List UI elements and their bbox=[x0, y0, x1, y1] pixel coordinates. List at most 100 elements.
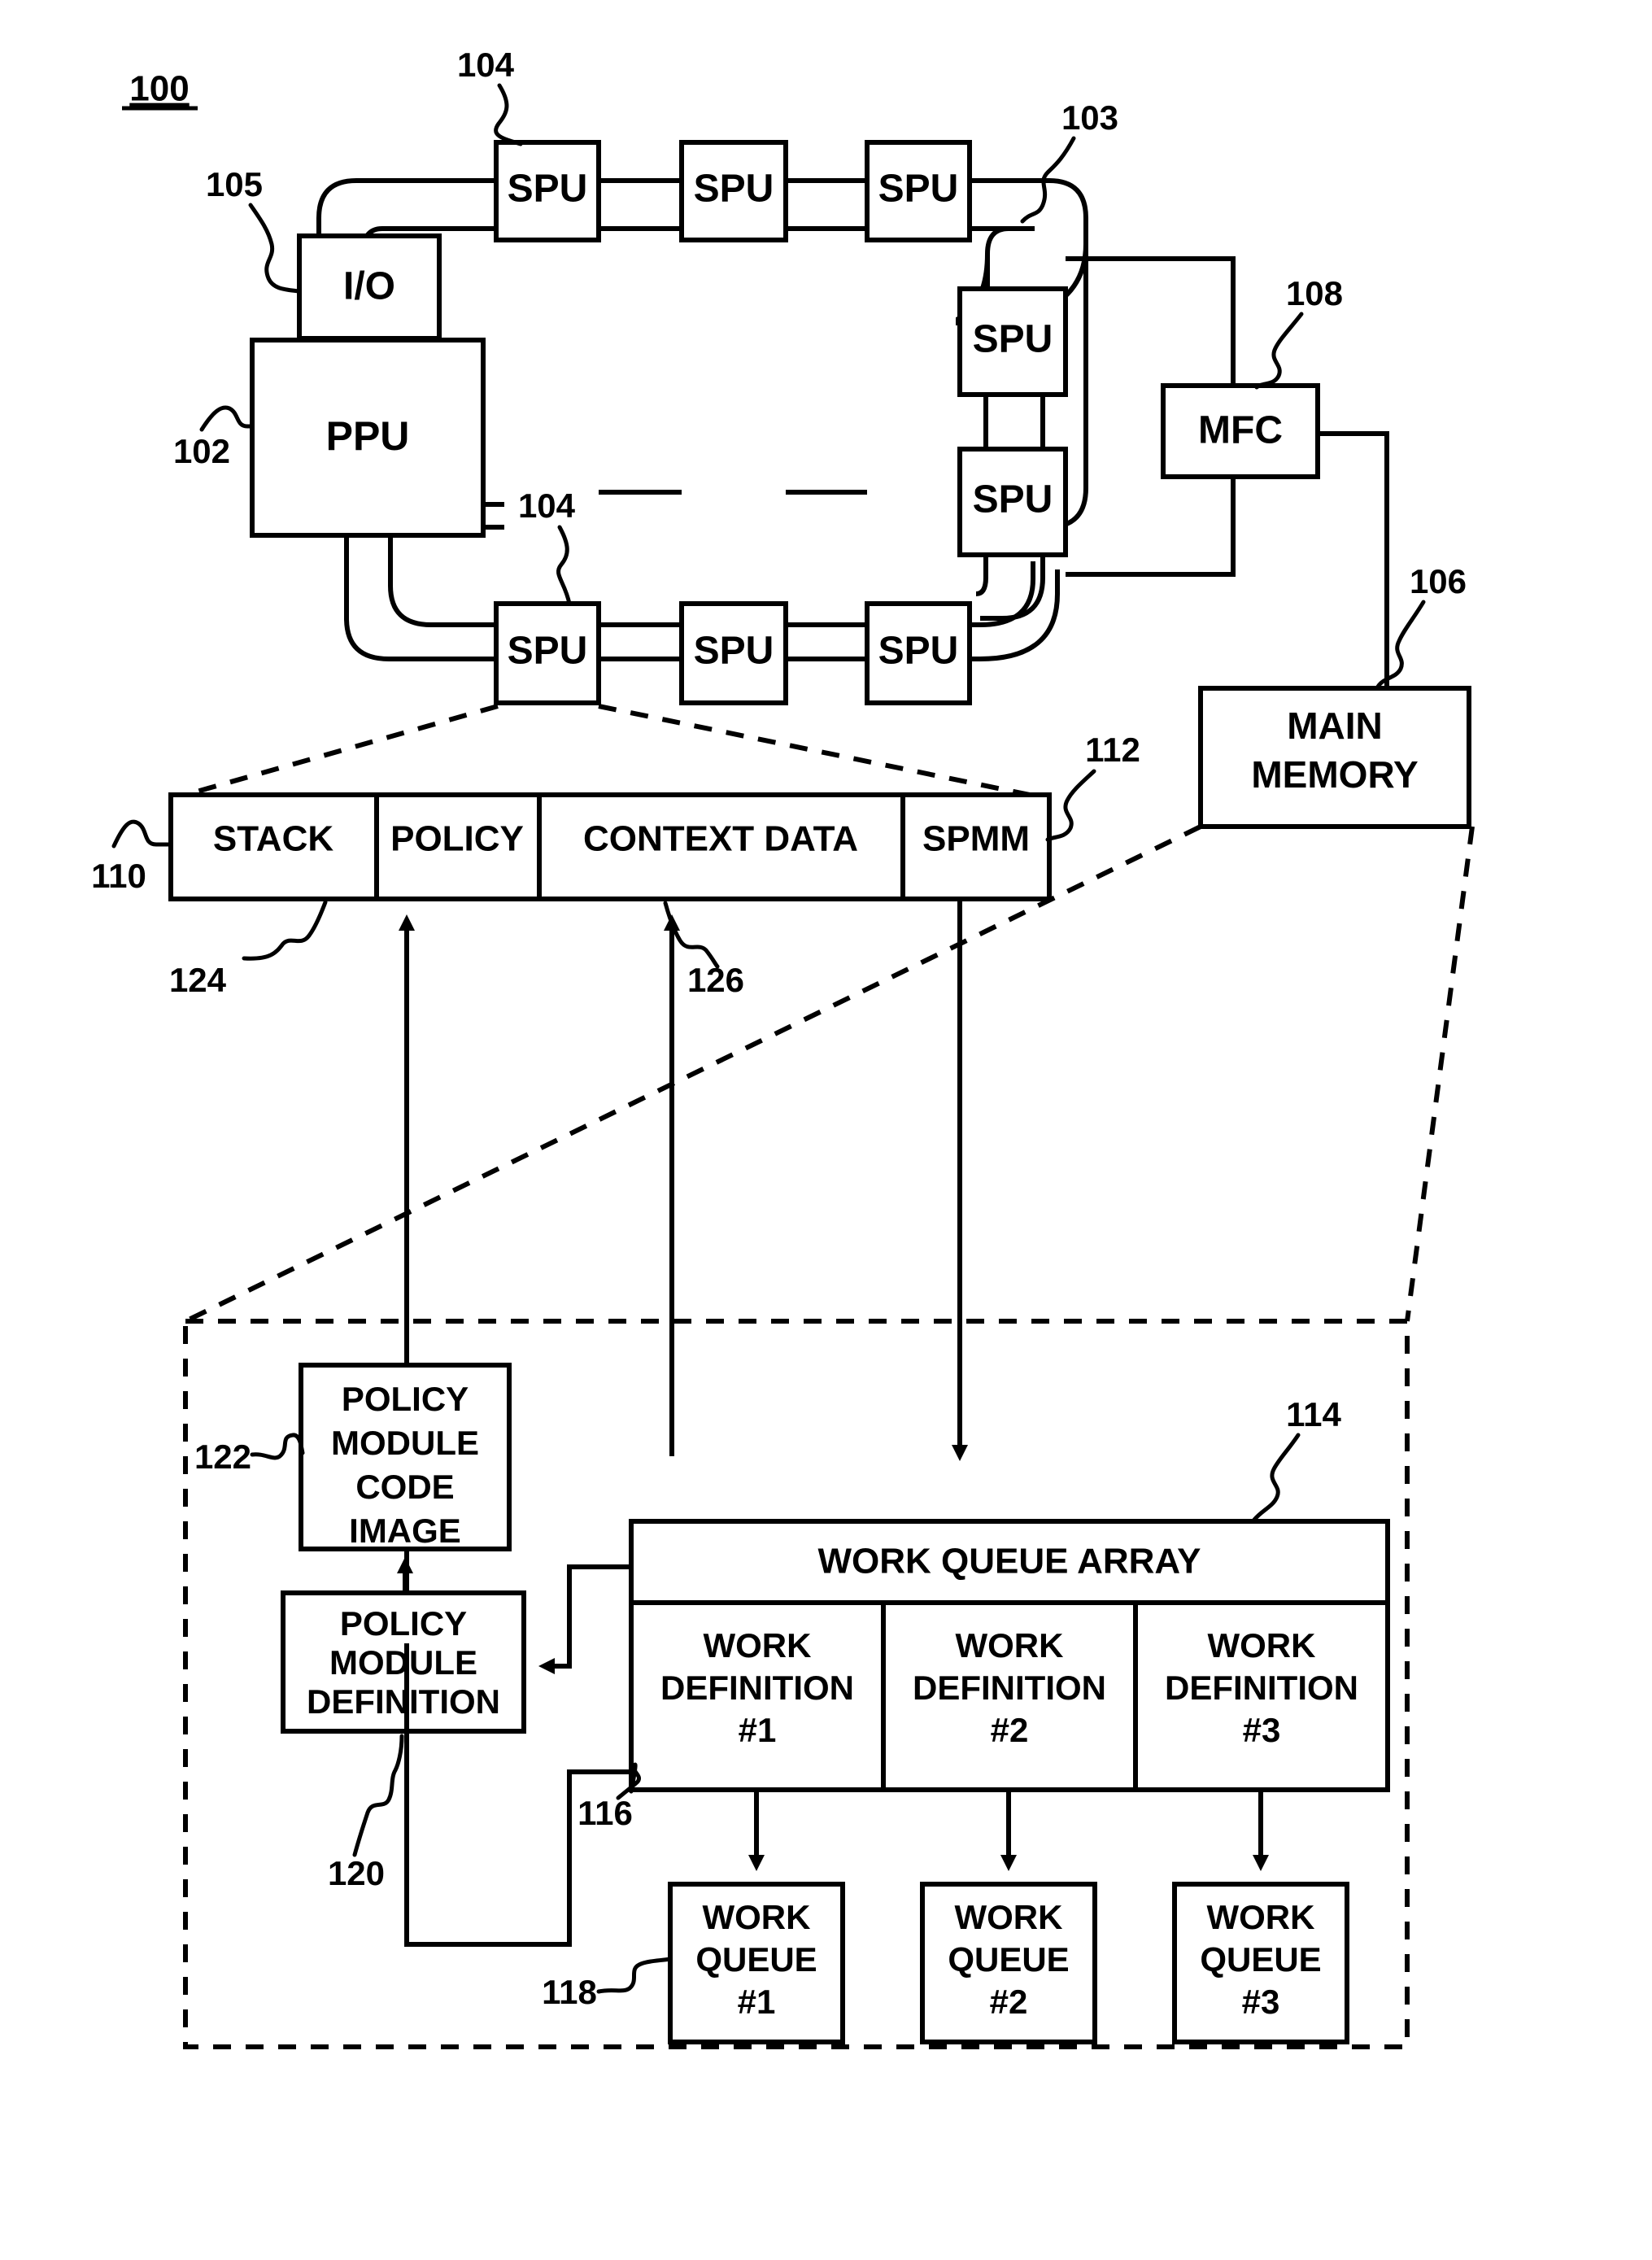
figure-canvas: 100 SPU SPU SPU 104 SPU SPU 103 I/O 105 … bbox=[91, 46, 1475, 2049]
local-store-segment-stack: STACK bbox=[213, 819, 334, 859]
local-store-segment-spmm: SPMM bbox=[922, 819, 1030, 859]
ref-120-leader bbox=[352, 1734, 404, 1857]
work-definition-1-line2: DEFINITION bbox=[660, 1669, 854, 1707]
policy-module-definition-line2: MODULE bbox=[329, 1643, 477, 1682]
work-definition-3-line2: DEFINITION bbox=[1165, 1669, 1358, 1707]
policy-module-code-image-line4: IMAGE bbox=[349, 1512, 461, 1550]
local-store-bar: STACK POLICY CONTEXT DATA SPMM bbox=[168, 792, 1052, 901]
policy-module-code-image-line2: MODULE bbox=[331, 1424, 479, 1462]
spu-label: SPU bbox=[508, 168, 588, 211]
spu-top-1[interactable]: SPU bbox=[494, 140, 601, 242]
work-queue-1-line2: QUEUE bbox=[695, 1940, 817, 1979]
ref-110: 110 bbox=[91, 857, 146, 895]
spu-label: SPU bbox=[878, 630, 959, 673]
work-queue-3-line2: QUEUE bbox=[1200, 1940, 1321, 1979]
ref-116: 116 bbox=[578, 1794, 633, 1832]
ref-124: 124 bbox=[169, 961, 227, 999]
ppu-label: PPU bbox=[326, 413, 410, 459]
expansion-line-right bbox=[598, 704, 1050, 801]
local-store-segment-context-data: CONTEXT DATA bbox=[583, 819, 858, 859]
spu-label: SPU bbox=[878, 168, 959, 211]
policy-module-definition-block[interactable]: POLICY MODULE DEFINITION bbox=[281, 1590, 526, 1734]
policy-module-code-image-block[interactable]: POLICY MODULE CODE IMAGE bbox=[299, 1363, 512, 1551]
spu-bottom-3[interactable]: SPU bbox=[865, 601, 972, 705]
bus-bottom-right-corner bbox=[979, 561, 1060, 661]
work-definition-1-line1: WORK bbox=[704, 1626, 812, 1664]
work-queue-1-line1: WORK bbox=[703, 1898, 811, 1936]
main-memory-label-line1: MAIN bbox=[1287, 705, 1383, 747]
work-queue-3[interactable]: WORK QUEUE #3 bbox=[1172, 1882, 1349, 2044]
ref-108: 108 bbox=[1286, 274, 1343, 312]
policy-module-definition-line1: POLICY bbox=[340, 1604, 467, 1643]
policy-module-definition-line3: DEFINITION bbox=[307, 1682, 500, 1721]
mfc-label: MFC bbox=[1198, 409, 1283, 452]
policy-module-code-image-line3: CODE bbox=[355, 1468, 454, 1506]
ref-104-bottom: 104 bbox=[518, 486, 576, 525]
spu-right-1[interactable]: SPU bbox=[957, 286, 1068, 397]
io-block[interactable]: I/O bbox=[297, 233, 442, 341]
ref-120: 120 bbox=[328, 1854, 385, 1892]
work-definition-2-line2: DEFINITION bbox=[913, 1669, 1106, 1707]
policy-module-code-image-line1: POLICY bbox=[342, 1380, 469, 1418]
work-definition-2-line1: WORK bbox=[956, 1626, 1064, 1664]
work-queue-2[interactable]: WORK QUEUE #2 bbox=[920, 1882, 1097, 2044]
work-definition-1-line3: #1 bbox=[739, 1711, 777, 1749]
ref-105-leader bbox=[248, 203, 302, 294]
mfc-to-main-memory bbox=[1318, 431, 1389, 688]
patent-figure-page: 100 SPU SPU SPU 104 SPU SPU 103 I/O 105 … bbox=[0, 0, 1652, 2260]
ref-102-leader bbox=[199, 405, 255, 432]
figure-number: 100 bbox=[129, 69, 189, 109]
work-queue-array-block[interactable]: WORK QUEUE ARRAY bbox=[629, 1519, 1390, 1605]
work-queue-2-line2: QUEUE bbox=[948, 1940, 1069, 1979]
ref-104-bottom-leader bbox=[556, 525, 572, 606]
mfc-to-bus bbox=[1066, 256, 1236, 386]
ref-114: 114 bbox=[1286, 1395, 1341, 1433]
spu-label: SPU bbox=[694, 630, 774, 673]
spu-top-3[interactable]: SPU bbox=[865, 140, 972, 242]
ref-118: 118 bbox=[542, 1973, 597, 2011]
spu-bottom-1[interactable]: SPU bbox=[494, 601, 601, 705]
ppu-block[interactable]: PPU bbox=[250, 338, 486, 538]
work-queue-2-line3: #2 bbox=[990, 1983, 1028, 2021]
ref-118-leader bbox=[596, 1957, 673, 1994]
work-queue-2-line1: WORK bbox=[955, 1898, 1063, 1936]
spu-right-2[interactable]: SPU bbox=[957, 447, 1068, 557]
bus-bottom-outer bbox=[599, 490, 980, 495]
io-label: I/O bbox=[343, 265, 395, 308]
ref-105: 105 bbox=[206, 165, 263, 203]
ref-122: 122 bbox=[194, 1438, 251, 1476]
ref-114-leader bbox=[1252, 1433, 1301, 1522]
local-store-segment-policy: POLICY bbox=[390, 819, 524, 859]
mfc-bottom-wire bbox=[1066, 477, 1236, 577]
spu-label: SPU bbox=[973, 478, 1053, 521]
ref-108-leader bbox=[1254, 312, 1304, 390]
work-queue-1-line3: #1 bbox=[738, 1983, 776, 2021]
work-definition-2-line3: #2 bbox=[991, 1711, 1029, 1749]
spu-bottom-2[interactable]: SPU bbox=[679, 601, 788, 705]
ref-112: 112 bbox=[1085, 731, 1140, 769]
ref-124-leader bbox=[242, 900, 328, 961]
ref-102: 102 bbox=[173, 432, 230, 470]
ref-103: 103 bbox=[1061, 98, 1118, 137]
ref-110-leader bbox=[111, 819, 173, 849]
work-queue-3-line3: #3 bbox=[1242, 1983, 1280, 2021]
spu-top-2[interactable]: SPU bbox=[679, 140, 788, 242]
work-definition-3-line3: #3 bbox=[1243, 1711, 1281, 1749]
mfc-block[interactable]: MFC bbox=[1161, 383, 1320, 479]
memory-expansion-line-right bbox=[1405, 826, 1475, 1322]
main-memory-label-line2: MEMORY bbox=[1251, 753, 1418, 796]
spu-label: SPU bbox=[508, 630, 588, 673]
ref-104-top-leader bbox=[494, 83, 523, 146]
spu-label: SPU bbox=[694, 168, 774, 211]
work-queue-1[interactable]: WORK QUEUE #1 bbox=[668, 1882, 845, 2044]
work-queue-array-label: WORK QUEUE ARRAY bbox=[817, 1542, 1201, 1582]
ref-112-leader bbox=[1045, 769, 1096, 842]
work-definition-row: WORK DEFINITION #1 WORK DEFINITION #2 WO… bbox=[629, 1600, 1390, 1792]
spu-label: SPU bbox=[973, 318, 1053, 361]
work-definition-3-line1: WORK bbox=[1208, 1626, 1316, 1664]
ref-104-top: 104 bbox=[457, 46, 515, 84]
ppu-to-bus bbox=[344, 535, 496, 661]
work-definition-to-policy-module-definition bbox=[538, 1564, 631, 1674]
main-memory-block[interactable]: MAIN MEMORY bbox=[1198, 686, 1471, 829]
ref-106: 106 bbox=[1410, 562, 1467, 600]
